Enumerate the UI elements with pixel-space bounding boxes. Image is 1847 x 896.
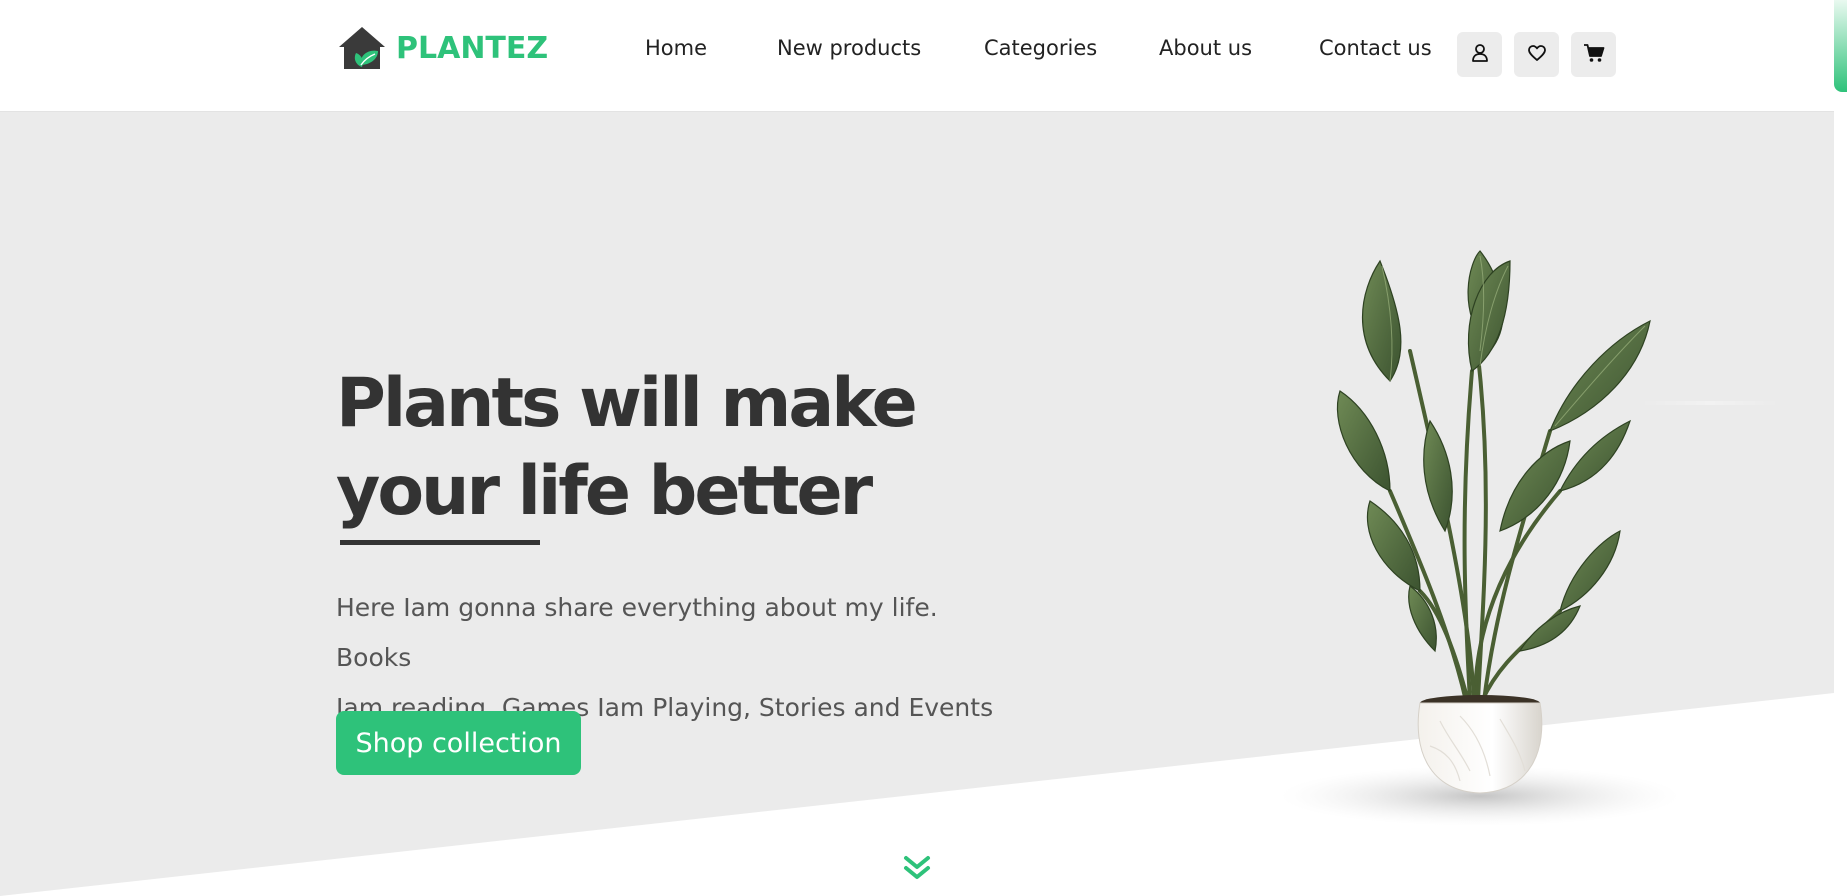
- cart-button[interactable]: [1571, 32, 1616, 77]
- potted-plant-image: [1280, 250, 1680, 826]
- hero-title-line-2: your life better: [336, 452, 873, 531]
- hero-description-line-1: Here Iam gonna share everything about my…: [336, 593, 938, 672]
- nav-item-categories[interactable]: Categories: [984, 36, 1097, 60]
- nav-item-about-us[interactable]: About us: [1159, 36, 1252, 60]
- page-scrollbar[interactable]: [1834, 0, 1847, 896]
- hero-right-fade: [1640, 401, 1780, 405]
- wishlist-button[interactable]: [1514, 32, 1559, 77]
- nav-item-contact-us[interactable]: Contact us: [1319, 36, 1432, 60]
- heart-icon: [1527, 43, 1547, 67]
- scrollbar-thumb[interactable]: [1834, 0, 1847, 92]
- nav-item-home[interactable]: Home: [645, 36, 707, 60]
- brand-name: PLANTEZ: [396, 30, 549, 66]
- user-icon: [1470, 43, 1490, 67]
- scroll-down-button[interactable]: [902, 853, 932, 883]
- hero-title-line-1: Plants will make: [336, 364, 918, 443]
- nav-item-new-products[interactable]: New products: [777, 36, 921, 60]
- hero-title: Plants will make your life better: [336, 360, 976, 536]
- title-underline: [340, 540, 540, 545]
- hero-section: Plants will make your life better Here I…: [0, 111, 1834, 896]
- brand-logo[interactable]: PLANTEZ: [338, 25, 548, 71]
- shop-collection-button[interactable]: Shop collection: [336, 711, 581, 775]
- house-leaf-icon: [338, 25, 386, 71]
- double-chevron-down-icon: [902, 856, 932, 887]
- site-header: PLANTEZ Home New products Categories Abo…: [0, 0, 1834, 111]
- cart-icon: [1583, 43, 1605, 67]
- account-button[interactable]: [1457, 32, 1502, 77]
